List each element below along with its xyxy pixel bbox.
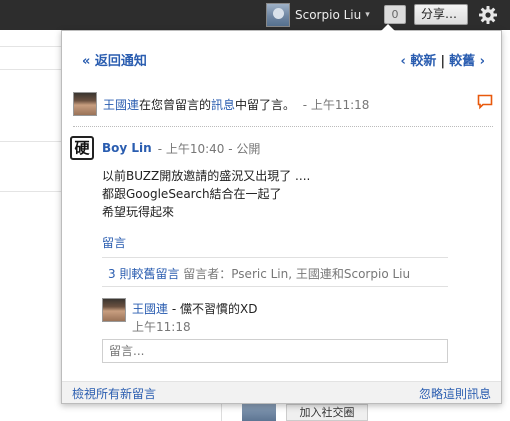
reply-text-line: 王國連 - 儻不習慣的XD	[132, 300, 257, 317]
panel-pointer	[381, 24, 395, 31]
background-divider	[0, 46, 62, 47]
newer-link[interactable]: ‹ 較新	[400, 54, 436, 69]
reply-author[interactable]: 王國連	[132, 302, 168, 316]
older-comments-link[interactable]: 3 則較舊留言	[108, 267, 179, 281]
post-body: 以前BUZZ開放邀請的盛況又出現了 .... 都跟GoogleSearch結合在…	[102, 167, 310, 221]
post-line: 以前BUZZ開放邀請的盛況又出現了 ....	[102, 169, 311, 183]
notification-text-part: 在您曾留言的	[139, 97, 212, 112]
older-comments: 3 則較舊留言 留言者：Pseric Lin, 王國連和Scorpio Liu	[102, 257, 448, 287]
notification-text-part: 中留了言。	[235, 97, 296, 112]
panel-footer: 檢視所有新留言 忽略這則訊息	[62, 381, 501, 403]
ignore-message-link[interactable]: 忽略這則訊息	[419, 385, 491, 402]
post-header: 硬 Boy Lin - 上午10:40 - 公開	[70, 136, 260, 160]
background-divider	[0, 141, 62, 142]
pager: ‹ 較新 | 較舊 ›	[400, 50, 485, 69]
gear-icon[interactable]	[478, 5, 498, 25]
notification-panel: « 返回通知 ‹ 較新 | 較舊 › 王國連在您曾留言的訊息中留了言。 - 上午11…	[61, 30, 502, 404]
reply-time: 上午11:18	[132, 320, 191, 334]
post-link[interactable]: 訊息	[211, 98, 235, 112]
background-divider	[0, 69, 62, 70]
view-all-comments-link[interactable]: 檢視所有新留言	[72, 385, 156, 402]
join-circles-button[interactable]: 加入社交圈	[286, 404, 368, 421]
avatar[interactable]	[102, 298, 126, 322]
reply-text: - 儻不習慣的XD	[171, 302, 258, 316]
actor-link[interactable]: 王國連	[103, 98, 139, 112]
author-avatar[interactable]: 硬	[70, 136, 94, 160]
pager-separator: |	[440, 54, 446, 69]
comment-link[interactable]: 留言	[102, 234, 126, 251]
older-link[interactable]: 較舊 ›	[449, 54, 485, 69]
post-meta: - 上午10:40 - 公開	[157, 141, 261, 156]
account-menu[interactable]: Scorpio Liu ▾	[266, 2, 370, 27]
chevron-down-icon: ▾	[365, 9, 370, 20]
background-divider	[0, 191, 62, 192]
user-avatar	[266, 2, 290, 27]
user-name: Scorpio Liu	[295, 7, 362, 22]
background-avatar	[242, 402, 276, 421]
back-to-notifications-link[interactable]: « 返回通知	[82, 50, 147, 69]
notification-count[interactable]: 0	[384, 5, 406, 24]
notification-summary: 王國連在您曾留言的訊息中留了言。 - 上午11:18	[73, 89, 493, 119]
commenters-label: 留言者：Pseric Lin, 王國連和Scorpio Liu	[183, 267, 411, 281]
notification-text: 王國連在您曾留言的訊息中留了言。 - 上午11:18	[103, 96, 369, 113]
avatar[interactable]	[73, 92, 97, 116]
post-author[interactable]: Boy Lin	[102, 141, 152, 155]
divider	[73, 126, 493, 127]
share-button[interactable]: 分享…	[414, 4, 468, 25]
top-bar: Scorpio Liu ▾ 0 分享…	[0, 0, 510, 30]
post-line: 希望玩得起來	[102, 205, 175, 219]
comment-flag-icon	[477, 94, 493, 110]
post-line: 都跟GoogleSearch結合在一起了	[102, 187, 282, 201]
comment-input[interactable]	[102, 339, 448, 363]
notification-time: - 上午11:18	[302, 97, 370, 112]
